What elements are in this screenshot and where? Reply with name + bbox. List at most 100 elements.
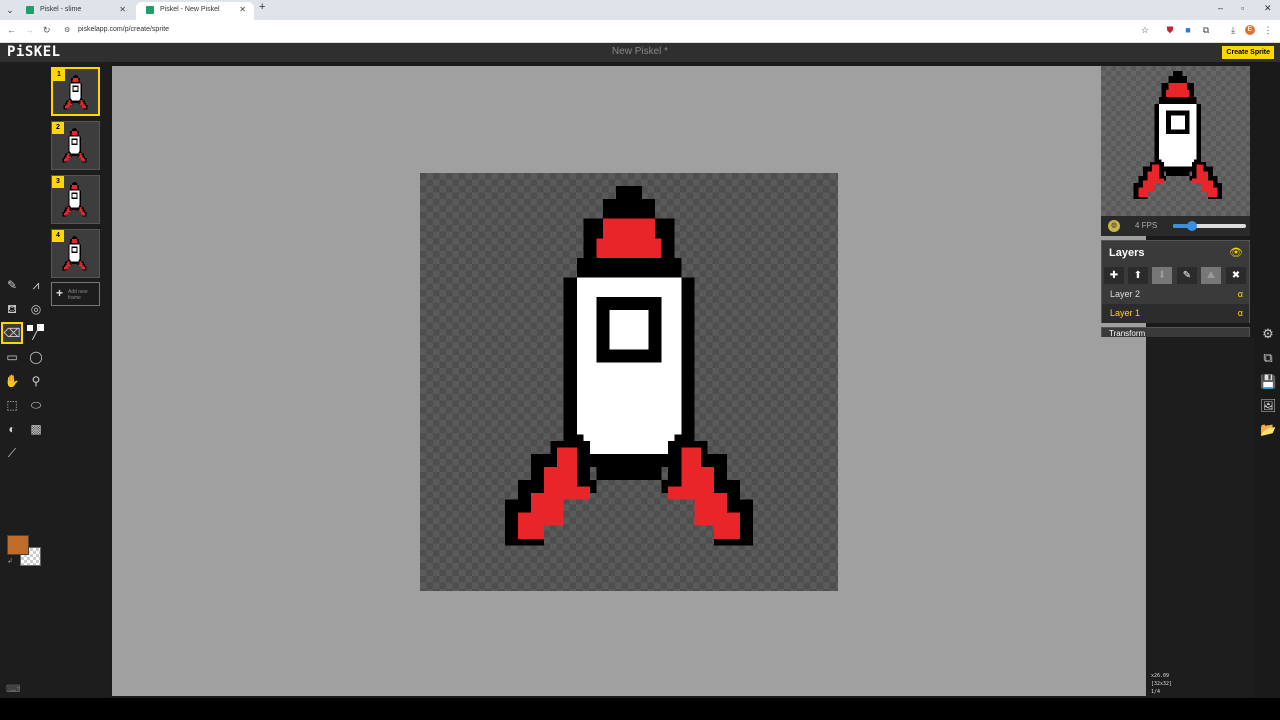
frame-thumbnail-3[interactable]: 3 — [51, 175, 100, 224]
fps-slider-handle[interactable] — [1187, 221, 1198, 231]
open-folder-icon[interactable]: 📂 — [1260, 422, 1276, 438]
toggle-layer-preview-eye-icon[interactable]: 👁 — [1229, 246, 1243, 259]
vertical-mirror-pen-icon[interactable]: ⩘ — [27, 276, 45, 294]
swap-colors-icon[interactable]: ↲ — [7, 557, 13, 565]
tab-search-icon[interactable]: ⌄ — [4, 3, 16, 17]
animation-preview[interactable] — [1101, 66, 1250, 216]
rocket-pixel-block — [1159, 96, 1197, 104]
rocket-pixel-block — [73, 181, 76, 184]
keyboard-shortcuts-icon[interactable]: ⌨ — [6, 684, 20, 695]
url-field[interactable]: piskelapp.com/p/create/sprite — [78, 26, 169, 33]
frame-thumbnail-1[interactable]: 1 — [51, 67, 100, 116]
rectangle-tool-icon[interactable]: ▭ — [3, 348, 21, 366]
site-info-icon[interactable]: ⚙ — [64, 26, 70, 34]
rocket-pixel-block — [68, 210, 71, 212]
forward-icon[interactable]: → — [25, 25, 34, 35]
circle-tool-icon[interactable]: ◯ — [27, 348, 45, 366]
rocket-pixel-block — [557, 447, 577, 467]
shield-extension-icon[interactable]: ⛊ — [1165, 25, 1175, 35]
move-hand-icon[interactable]: ✋ — [3, 372, 21, 390]
rocket-pixel-block — [69, 134, 80, 137]
rocket-pixel-block — [63, 159, 67, 162]
rocket-pixel-block — [72, 129, 77, 131]
rocket-pixel-block — [1196, 164, 1204, 172]
plus-icon: + — [56, 286, 64, 300]
extension-icon[interactable]: ■ — [1183, 25, 1193, 35]
add-frame-label: Add new frame — [68, 289, 88, 301]
lasso-select-icon[interactable]: ⬭ — [27, 396, 45, 414]
lighten-tool-icon[interactable]: ◐ — [3, 420, 21, 438]
window-close-icon[interactable]: ✕ — [1264, 3, 1272, 14]
rectangle-select-icon[interactable]: ⬚ — [3, 396, 21, 414]
paint-bucket-icon[interactable]: ⛾ — [3, 300, 21, 318]
transform-panel-header[interactable]: Transform — [1101, 327, 1250, 337]
bottom-bar — [0, 698, 1280, 720]
tab-title: Piskel - slime — [40, 6, 82, 13]
tab-piskel-slime[interactable]: Piskel - slime ✕ — [16, 2, 134, 20]
tab-new-piskel[interactable]: Piskel - New Piskel ✕ — [136, 2, 254, 20]
rocket-pixel-block — [79, 206, 82, 209]
paint-all-same-color-icon[interactable]: ◎ — [27, 300, 45, 318]
rocket-pixel-block — [79, 260, 82, 263]
new-tab-icon[interactable]: + — [259, 1, 265, 13]
rocket-pixel-block — [1166, 89, 1190, 97]
rocket-sprite — [504, 186, 754, 546]
back-icon[interactable]: ← — [7, 25, 16, 35]
layer-opacity-alpha[interactable]: α — [1238, 285, 1243, 304]
stroke-tool-icon[interactable]: ╱ — [27, 324, 45, 342]
layer-row-layer-2[interactable]: Layer 2 α — [1102, 285, 1249, 304]
reload-icon[interactable]: ↻ — [43, 25, 51, 36]
document-title[interactable]: New Piskel * — [0, 46, 1280, 57]
browser-menu-icon[interactable]: ⋮ — [1263, 25, 1273, 35]
primary-color-swatch[interactable] — [7, 535, 29, 555]
frame-thumbnail-2[interactable]: 2 — [51, 121, 100, 170]
eraser-tool-icon[interactable]: ⌫ — [1, 322, 23, 344]
onion-skin-icon[interactable]: ◍ — [1108, 220, 1120, 232]
fps-control: ◍ 4 FPS — [1101, 216, 1250, 236]
layer-opacity-alpha[interactable]: α — [1238, 304, 1243, 323]
save-icon[interactable]: 💾 — [1260, 374, 1276, 390]
layer-row-layer-1[interactable]: Layer 1 α — [1102, 304, 1249, 323]
frame-rocket-thumbnail — [62, 181, 87, 217]
rocket-pixel-block — [1138, 187, 1148, 197]
rocket-pixel-block — [69, 242, 80, 245]
rocket-pixel-block — [67, 260, 70, 263]
rocket-pixel-block — [72, 139, 77, 144]
fps-slider[interactable] — [1173, 221, 1246, 231]
sprite-canvas[interactable] — [420, 173, 838, 591]
rocket-pixel-block — [68, 156, 71, 158]
drawing-area[interactable] — [112, 66, 1146, 696]
dithering-tool-icon[interactable]: ▩ — [27, 420, 45, 438]
rename-layer-icon[interactable]: ✎ — [1177, 267, 1197, 284]
restore-icon[interactable]: ▫ — [1241, 3, 1244, 13]
settings-gear-icon[interactable]: ⚙ — [1260, 326, 1276, 342]
rocket-pixel-block — [71, 154, 78, 156]
profile-avatar[interactable]: E — [1245, 25, 1255, 35]
export-image-icon[interactable]: 🖼 — [1260, 398, 1277, 414]
tools-panel: ✎ ⩘ ⛾ ◎ ⌫ ╱ ▭ ◯ ✋ ⚲ ⬚ ⬭ ◐ ▩ ⟋ ↲ — [0, 62, 48, 698]
close-tab-icon[interactable]: ✕ — [119, 2, 126, 18]
rocket-pixel-block — [80, 266, 83, 269]
download-icon[interactable]: ⤓ — [1228, 25, 1238, 35]
frame-thumbnail-4[interactable]: 4 — [51, 229, 100, 278]
move-layer-up-icon[interactable]: ⬆ — [1128, 267, 1148, 284]
add-new-frame-button[interactable]: + Add new frame — [51, 282, 100, 306]
rocket-pixel-block — [63, 267, 67, 270]
add-layer-icon[interactable]: ✚ — [1104, 267, 1124, 284]
color-picker-icon[interactable]: ⟋ — [3, 444, 21, 462]
shape-selection-icon[interactable]: ⚲ — [27, 372, 45, 390]
rocket-pixel-block — [72, 101, 79, 103]
merge-layer-icon[interactable]: ⛰ — [1201, 267, 1221, 284]
bookmark-star-icon[interactable]: ☆ — [1140, 25, 1150, 35]
move-layer-down-icon[interactable]: ⬇ — [1152, 267, 1172, 284]
rocket-pixel-block — [517, 512, 545, 539]
extensions-puzzle-icon[interactable]: ⧉ — [1201, 25, 1211, 35]
create-sprite-button[interactable]: Create Sprite — [1222, 46, 1274, 59]
delete-layer-icon[interactable]: ✖ — [1226, 267, 1246, 284]
resize-icon[interactable]: ⧉ — [1260, 350, 1276, 366]
close-tab-icon[interactable]: ✕ — [239, 2, 246, 18]
rocket-pixel-block — [83, 106, 87, 109]
rocket-pixel-block — [69, 188, 80, 191]
pen-tool-icon[interactable]: ✎ — [3, 276, 21, 294]
minimize-icon[interactable]: – — [1218, 3, 1223, 13]
